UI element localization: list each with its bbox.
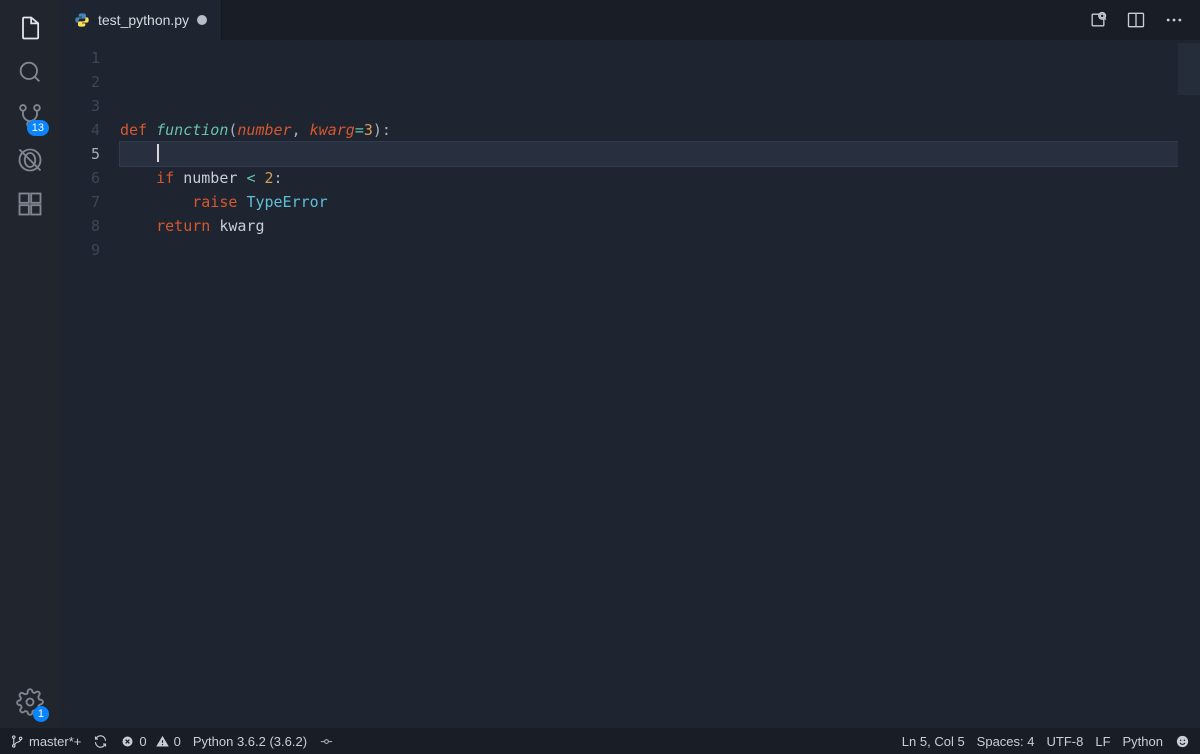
- text-cursor: [157, 144, 159, 162]
- debug-disabled-icon[interactable]: [12, 142, 48, 178]
- activity-bar: 13 1: [0, 0, 60, 728]
- code-line[interactable]: def function(number, kwarg=3):: [120, 118, 1178, 142]
- code-line[interactable]: [120, 70, 1178, 94]
- line-number: 9: [60, 238, 120, 262]
- language-mode[interactable]: Python: [1123, 734, 1163, 749]
- split-editor-icon[interactable]: [1122, 6, 1150, 34]
- code-line[interactable]: return kwarg: [120, 214, 1178, 238]
- code-line[interactable]: [120, 46, 1178, 70]
- sync-button[interactable]: [93, 734, 108, 749]
- line-number: 7: [60, 190, 120, 214]
- code-line[interactable]: [120, 142, 1178, 166]
- minimap-viewport[interactable]: [1178, 43, 1200, 95]
- problems-indicator[interactable]: 0 0: [120, 734, 180, 749]
- code-line[interactable]: [120, 94, 1178, 118]
- error-count: 0: [139, 734, 146, 749]
- tab-file[interactable]: test_python.py: [60, 0, 222, 40]
- line-number: 1: [60, 46, 120, 70]
- warning-count: 0: [174, 734, 181, 749]
- dirty-indicator-icon: [197, 15, 207, 25]
- interpreter-label: Python 3.6.2 (3.6.2): [193, 734, 307, 749]
- open-changes-icon[interactable]: [1084, 6, 1112, 34]
- feedback-icon[interactable]: [1175, 734, 1190, 749]
- line-number: 6: [60, 166, 120, 190]
- explorer-icon[interactable]: [12, 10, 48, 46]
- cursor-position[interactable]: Ln 5, Col 5: [902, 734, 965, 749]
- editor[interactable]: 123456789 def function(number, kwarg=3):…: [60, 40, 1200, 728]
- source-control-icon[interactable]: 13: [12, 98, 48, 134]
- git-commit-icon[interactable]: [319, 734, 334, 749]
- code-line[interactable]: [120, 238, 1178, 262]
- indentation-indicator[interactable]: Spaces: 4: [977, 734, 1035, 749]
- line-number: 5: [60, 142, 120, 166]
- encoding-indicator[interactable]: UTF-8: [1047, 734, 1084, 749]
- settings-gear-icon[interactable]: 1: [12, 684, 48, 720]
- python-file-icon: [74, 12, 90, 28]
- line-number: 4: [60, 118, 120, 142]
- line-number: 8: [60, 214, 120, 238]
- eol-indicator[interactable]: LF: [1095, 734, 1110, 749]
- interpreter-indicator[interactable]: Python 3.6.2 (3.6.2): [193, 734, 307, 749]
- code-line[interactable]: if number < 2:: [120, 166, 1178, 190]
- line-number: 2: [60, 70, 120, 94]
- search-icon[interactable]: [12, 54, 48, 90]
- scm-badge: 13: [27, 120, 49, 136]
- settings-badge: 1: [33, 706, 49, 722]
- branch-indicator[interactable]: master*+: [10, 734, 81, 749]
- line-number: 3: [60, 94, 120, 118]
- extensions-icon[interactable]: [12, 186, 48, 222]
- branch-name: master*+: [29, 734, 81, 749]
- tab-bar: test_python.py: [60, 0, 1200, 40]
- code-area[interactable]: def function(number, kwarg=3): if number…: [120, 40, 1178, 728]
- line-number-gutter: 123456789: [60, 40, 120, 728]
- editor-actions: [1084, 0, 1200, 40]
- status-bar: master*+ 0 0 Python 3.6.2 (3.6.2) Ln 5, …: [0, 728, 1200, 754]
- more-actions-icon[interactable]: [1160, 6, 1188, 34]
- tab-label: test_python.py: [98, 12, 189, 28]
- minimap[interactable]: [1178, 40, 1200, 728]
- code-line[interactable]: raise TypeError: [120, 190, 1178, 214]
